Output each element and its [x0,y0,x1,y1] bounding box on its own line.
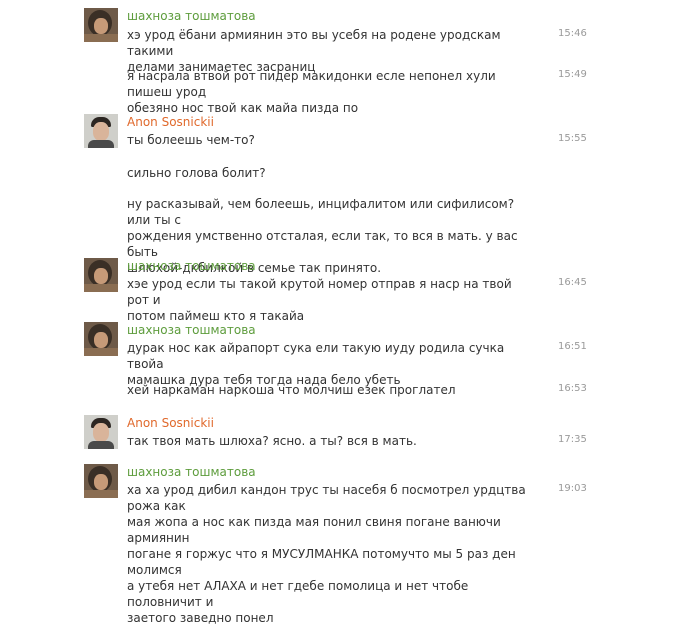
author-name[interactable]: шахноза тошматова [127,259,256,273]
author-name[interactable]: Anon Sosnickii [127,115,214,129]
avatar[interactable] [84,322,118,356]
message-time: 16:45 [558,277,587,288]
author-name[interactable]: шахноза тошматова [127,9,256,23]
author-name[interactable]: шахноза тошматова [127,465,256,479]
avatar[interactable] [84,258,118,292]
message-text: ты болеешь чем-то? [127,133,255,147]
message-time: 17:35 [558,434,587,445]
message-history: шахноза тошматова хэ урод ёбани армиянин… [0,0,682,625]
avatar[interactable] [84,415,118,449]
avatar[interactable] [84,464,118,498]
author-name[interactable]: шахноза тошматова [127,323,256,337]
message-text: сильно голова болит? [127,166,266,180]
message-text: ха ха урод дибил кандон трус ты насебя б… [127,483,526,625]
message-time: 16:53 [558,383,587,394]
message-text: дурак нос как айрапорт сука ели такую иу… [127,341,505,387]
avatar[interactable] [84,8,118,42]
message-time: 19:03 [558,483,587,494]
message-time: 15:49 [558,69,587,80]
avatar[interactable] [84,114,118,148]
message-text: хэе урод если ты такой крутой номер отпр… [127,277,512,323]
message-text: я насрала втвой рот пидер макидонки есле… [127,69,496,115]
author-name[interactable]: Anon Sosnickii [127,416,214,430]
message-time: 15:55 [558,133,587,144]
message-text: хей наркаман наркоша что молчиш езек про… [127,383,456,397]
message-time: 15:46 [558,28,587,39]
message-text: так твоя мать шлюха? ясно. а ты? вся в м… [127,434,417,448]
message-time: 16:51 [558,341,587,352]
